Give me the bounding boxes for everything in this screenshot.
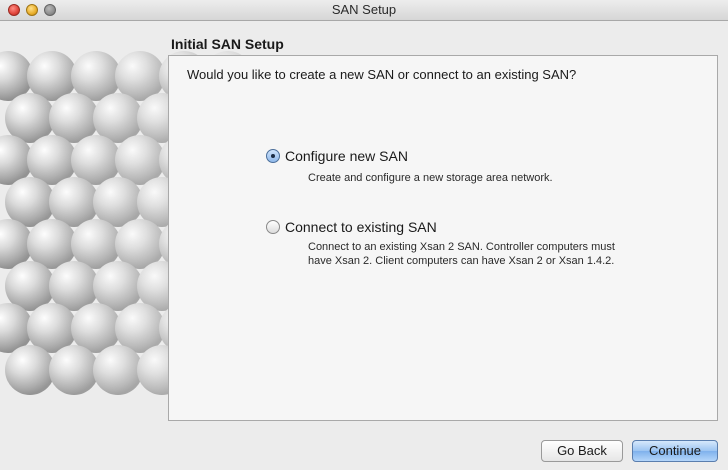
radio-connect-existing-san[interactable]: [266, 220, 280, 234]
window-title: SAN Setup: [331, 2, 397, 17]
radio-configure-new-san[interactable]: [266, 149, 280, 163]
window-titlebar: SAN Setup: [0, 0, 728, 21]
go-back-button[interactable]: Go Back: [541, 440, 623, 462]
setup-question: Would you like to create a new SAN or co…: [187, 67, 577, 82]
section-title: Initial SAN Setup: [171, 36, 284, 52]
continue-button[interactable]: Continue: [632, 440, 718, 462]
option-label[interactable]: Connect to existing SAN: [285, 219, 437, 235]
option-label[interactable]: Configure new SAN: [285, 148, 408, 164]
option-description: Connect to an existing Xsan 2 SAN. Contr…: [308, 241, 615, 267]
option-description: Create and configure a new storage area …: [308, 172, 553, 184]
radio-selected-dot: [271, 154, 275, 158]
setup-panel: [168, 55, 718, 421]
